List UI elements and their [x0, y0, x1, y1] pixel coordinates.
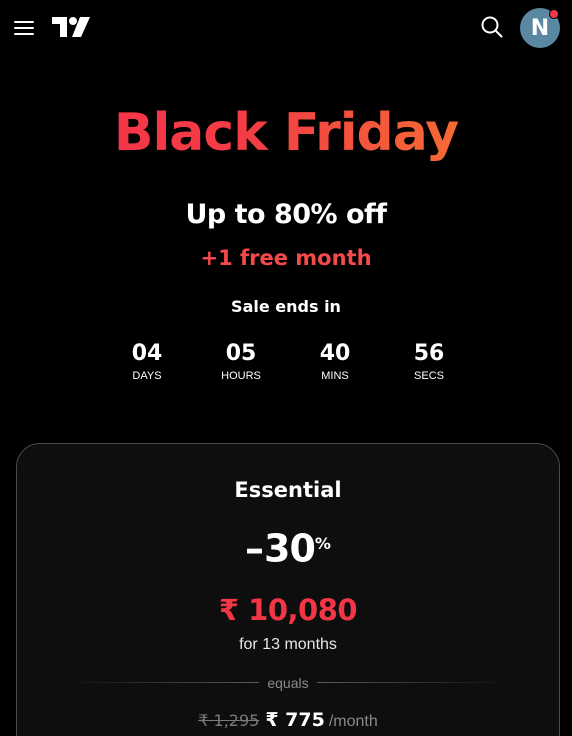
- countdown-secs-value: 56: [413, 341, 445, 366]
- per-month-label: /month: [328, 713, 378, 730]
- search-icon[interactable]: [479, 14, 505, 40]
- discount-unit: %: [314, 534, 331, 553]
- plan-name: Essential: [234, 478, 342, 502]
- countdown-days-label: DAYS: [132, 370, 162, 382]
- divider-line-right: [317, 682, 513, 683]
- countdown-timer: 04 DAYS 05 HOURS 40 MINS 56 SECS: [100, 340, 476, 386]
- top-bar: N: [0, 0, 572, 56]
- countdown-days: 04 DAYS: [100, 340, 194, 383]
- hero-title: Black Friday: [0, 98, 572, 168]
- countdown-mins-label: MINS: [321, 370, 349, 382]
- countdown-hours-value: 05: [225, 341, 257, 366]
- equals-divider: equals: [63, 673, 513, 693]
- countdown-days-value: 04: [131, 341, 163, 366]
- plan-price: ₹ 10,080: [218, 593, 358, 627]
- plan-period: for 13 months: [239, 636, 337, 653]
- discount-value: 30: [264, 526, 316, 571]
- old-monthly-price: ₹ 1,295: [198, 711, 260, 730]
- countdown-hours: 05 HOURS: [194, 340, 288, 383]
- countdown-mins-value: 40: [319, 341, 351, 366]
- offer-headline: Up to 80% off: [185, 199, 387, 230]
- countdown-hours-label: HOURS: [221, 370, 261, 382]
- hamburger-menu-icon[interactable]: [14, 19, 36, 37]
- countdown-mins: 40 MINS: [288, 340, 382, 383]
- bonus-offer: +1 free month: [200, 246, 372, 270]
- monthly-price-row: ₹ 1,295 ₹ 775/month: [17, 708, 559, 734]
- notification-dot: [549, 9, 559, 19]
- discount-sign: –: [245, 526, 265, 571]
- countdown-secs-label: SECS: [414, 370, 444, 382]
- sale-ends-label: Sale ends in: [231, 297, 341, 316]
- equals-label: equals: [267, 675, 309, 691]
- tradingview-logo-icon[interactable]: [52, 16, 90, 38]
- discount-badge: –30%: [17, 524, 559, 573]
- new-monthly-price: ₹ 775: [265, 709, 325, 731]
- countdown-secs: 56 SECS: [382, 340, 476, 383]
- plan-card-essential[interactable]: Essential –30% ₹ 10,080 for 13 months eq…: [16, 443, 560, 736]
